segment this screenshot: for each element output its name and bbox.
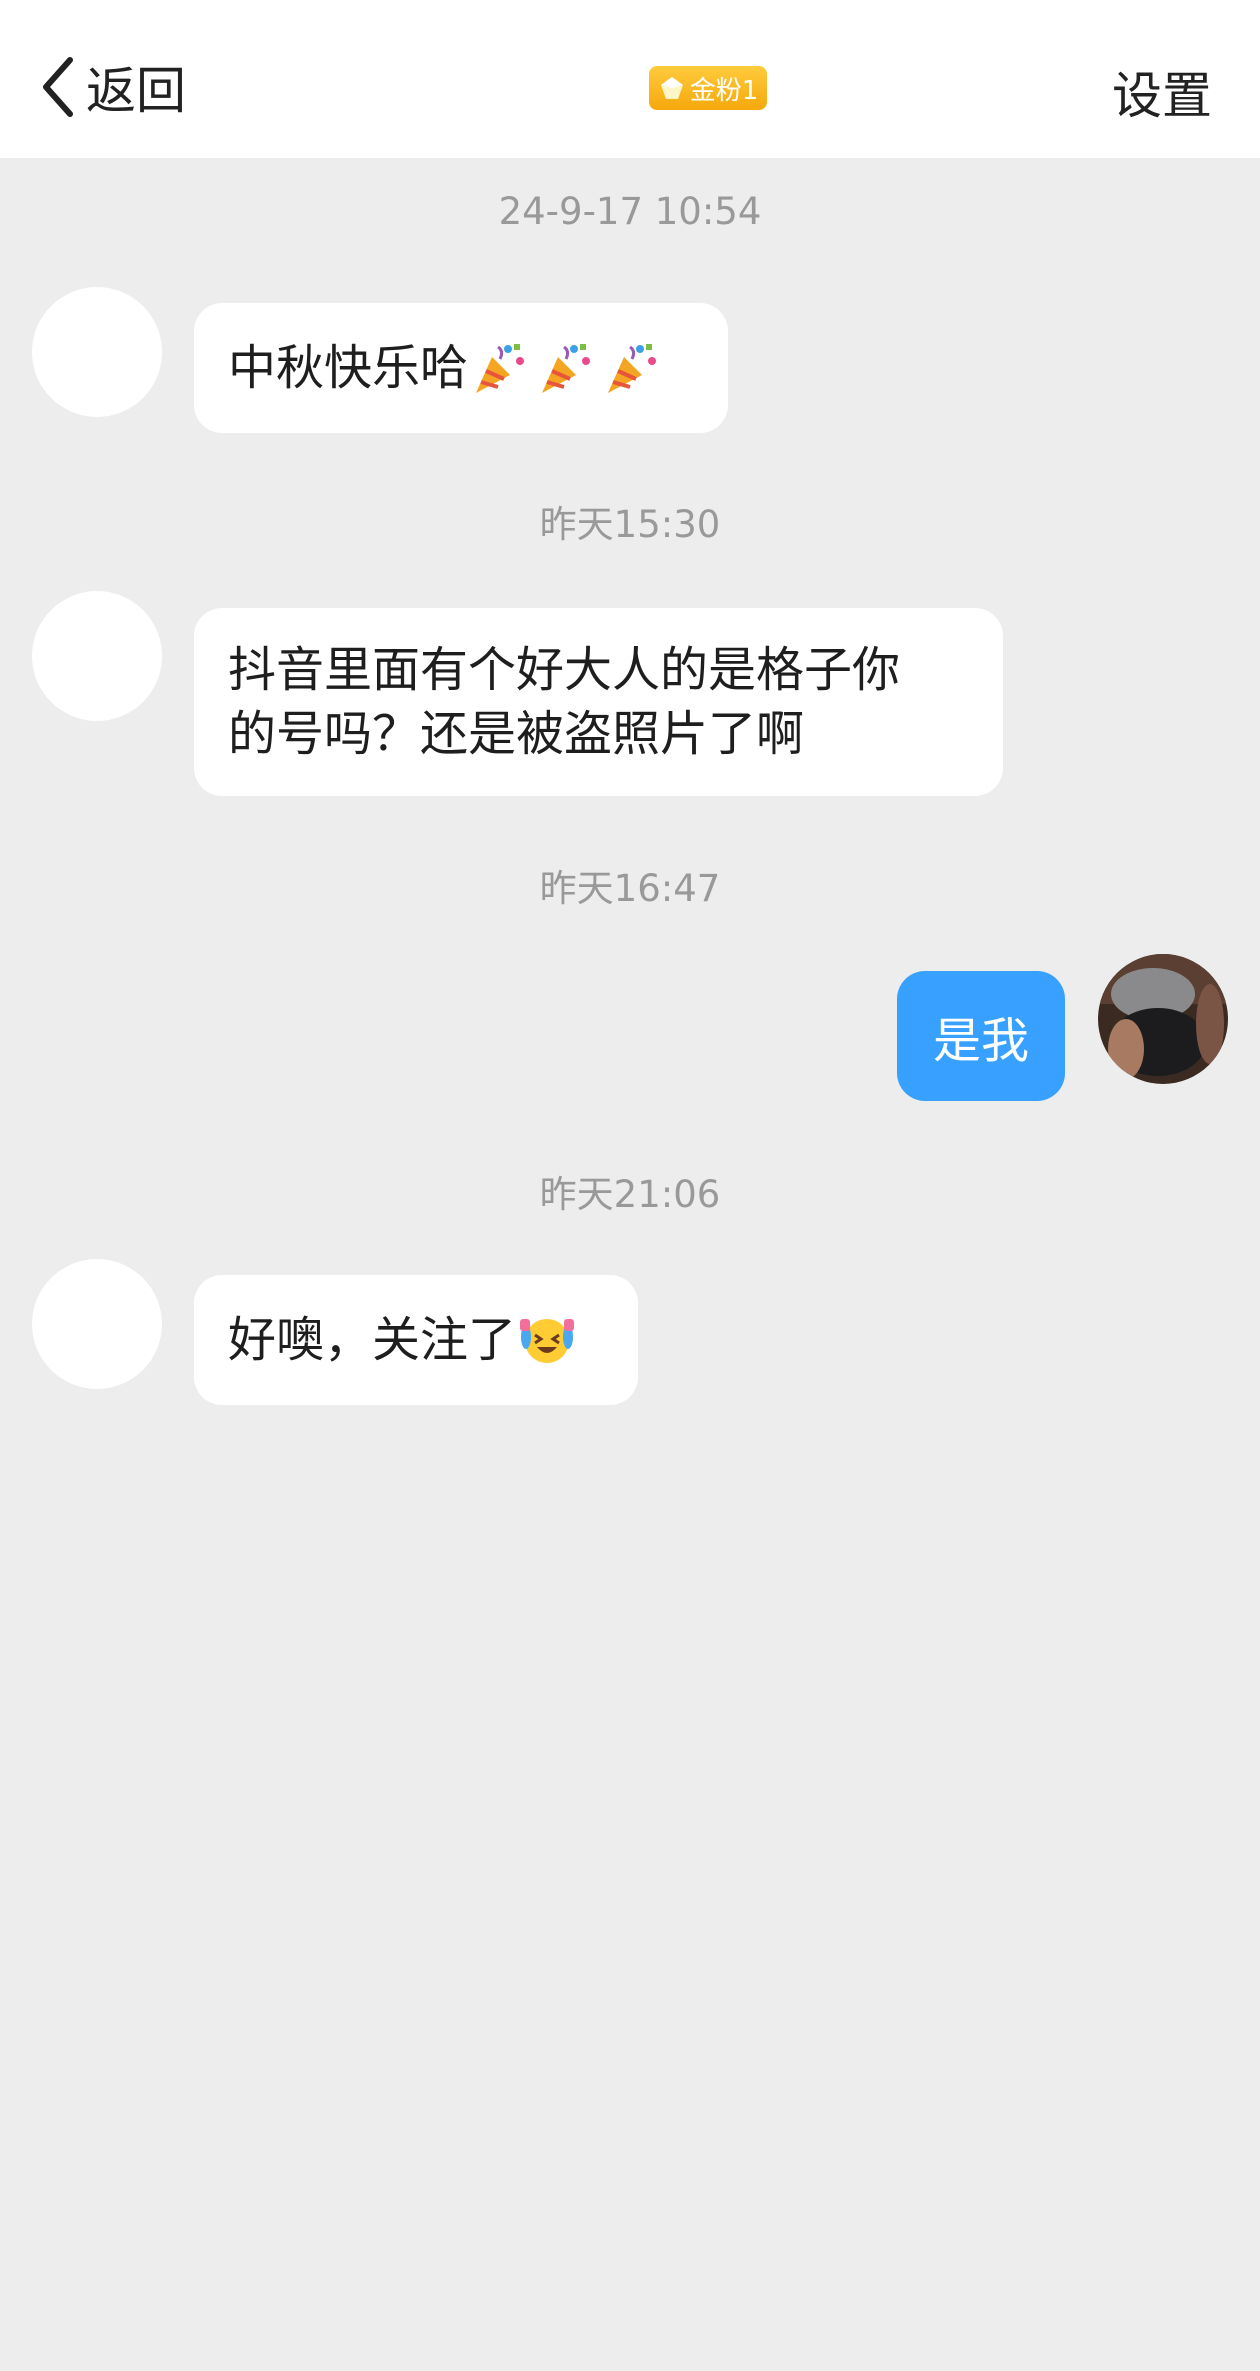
back-label: 返回	[86, 62, 186, 120]
message-timestamp: 昨天21:06	[539, 1173, 721, 1216]
message-line: 的号吗？还是被盗照片了啊	[228, 706, 805, 762]
message-bubble-received[interactable]: 中秋快乐哈	[194, 303, 728, 433]
chevron-left-icon	[43, 57, 73, 117]
crying-laughing-face-icon	[520, 1319, 575, 1363]
message-bubble-sent[interactable]: 是我	[897, 971, 1065, 1101]
message-bubble-received[interactable]: 抖音里面有个好大人的是格子你 的号吗？还是被盗照片了啊	[194, 608, 1003, 796]
message-timestamp: 24-9-17 10:54	[498, 190, 762, 233]
back-button[interactable]: 返回	[40, 52, 186, 122]
settings-button[interactable]: 设置	[1112, 56, 1212, 128]
message-timestamp: 昨天15:30	[539, 503, 721, 546]
gem-icon	[660, 77, 683, 99]
message-text: 好噢，关注了	[228, 1312, 517, 1368]
party-popper-icon	[542, 344, 591, 393]
fan-level-badge[interactable]: 金粉1	[649, 66, 767, 110]
contact-avatar[interactable]	[32, 287, 162, 417]
message-text: 中秋快乐哈	[228, 340, 469, 396]
contact-avatar[interactable]	[32, 591, 162, 721]
message-line: 抖音里面有个好大人的是格子你	[228, 642, 901, 698]
party-popper-icon	[476, 344, 525, 393]
message-bubble-received[interactable]: 好噢，关注了	[194, 1275, 638, 1405]
message-timestamp: 昨天16:47	[539, 867, 721, 910]
my-avatar[interactable]	[1098, 954, 1228, 1084]
top-bar: 返回 金粉1 设置	[0, 0, 1260, 158]
party-popper-icon	[608, 344, 657, 393]
badge-label: 金粉1	[689, 75, 759, 106]
profile-photo	[1098, 954, 1228, 1084]
contact-avatar[interactable]	[32, 1259, 162, 1389]
message-text: 是我	[932, 1013, 1029, 1069]
